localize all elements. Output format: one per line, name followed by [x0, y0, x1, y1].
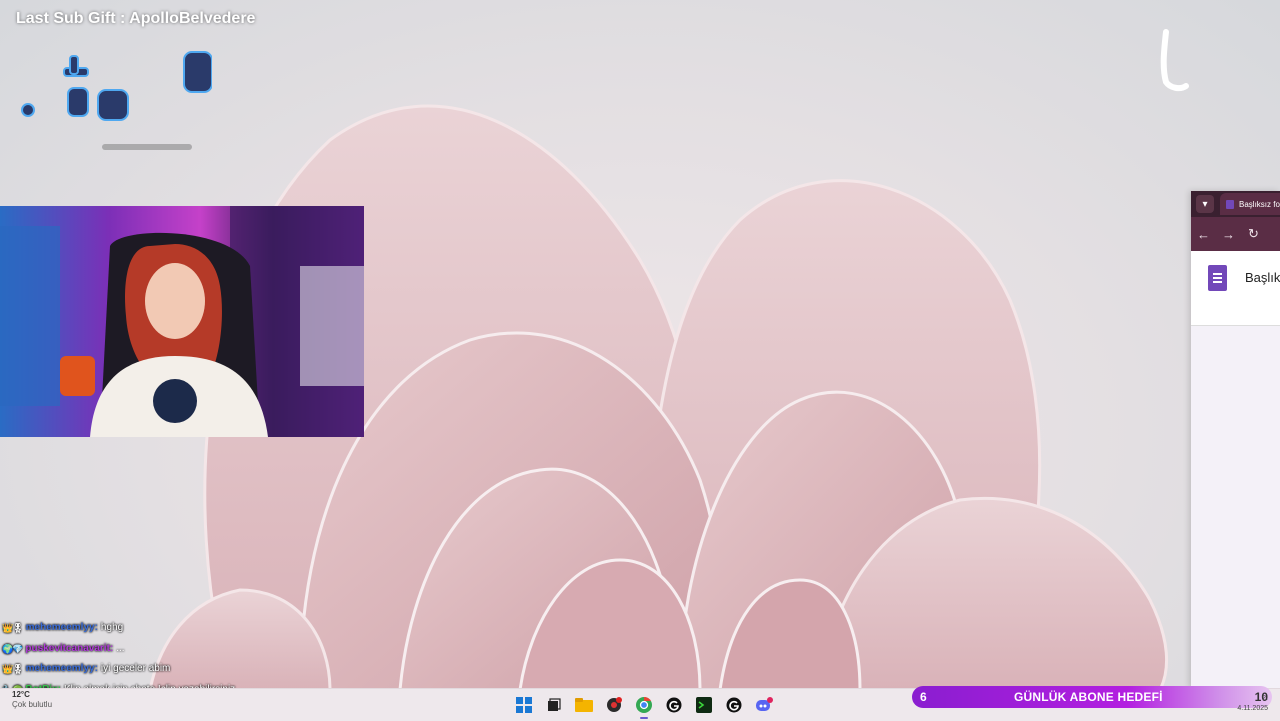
file-explorer-icon[interactable] — [572, 693, 596, 717]
chat-message: 🌍💎 puskevitcanavarit:... — [2, 639, 302, 660]
task-view-icon[interactable] — [542, 693, 566, 717]
taskbar-clock[interactable]: 2: 4.11.2025 — [1232, 694, 1268, 714]
weather-widget[interactable]: 12°C Çok bulutlu — [12, 690, 52, 710]
streamer-logo-icon — [1160, 29, 1189, 92]
last-sub-gift-label: Last Sub Gift : ApolloBelvedere — [16, 10, 256, 27]
g-app-icon[interactable] — [662, 693, 686, 717]
windows-start-icon[interactable] — [512, 693, 536, 717]
browser-tab-title: Başlıksız fo — [1239, 199, 1280, 209]
terminal-app-icon[interactable] — [692, 693, 716, 717]
tab-search-dropdown-icon[interactable]: ▾ — [1196, 195, 1214, 213]
chat-username[interactable]: mehemeemlyy: — [26, 661, 98, 677]
sub-goal-label: GÜNLÜK ABONE HEDEFİ — [1014, 690, 1163, 704]
form-title[interactable]: Başlıks — [1245, 270, 1280, 285]
reload-icon[interactable]: ↻ — [1241, 226, 1266, 242]
chat-message: 👑🎖 mehemeemlyy: hghg — [2, 618, 302, 639]
forms-favicon-icon — [1226, 199, 1234, 209]
clock-date: 4.11.2025 — [1237, 705, 1268, 712]
taskbar-apps — [512, 693, 776, 719]
chat-badges-icon: 👑🎖 — [2, 664, 24, 675]
discord-icon[interactable] — [752, 693, 776, 717]
chat-badges-icon: 👑🎖 — [2, 623, 24, 634]
chat-text: hghg — [100, 622, 124, 634]
browser-window[interactable]: ▾ Başlıksız fo ← → ↻ Başlıks — [1191, 191, 1280, 688]
google-forms-icon[interactable] — [1208, 265, 1227, 291]
app-record-icon[interactable] — [602, 693, 626, 717]
forms-header: Başlıks — [1191, 251, 1280, 326]
chat-text: iyi geceler abim — [100, 663, 171, 675]
chrome-icon[interactable] — [632, 693, 656, 719]
weather-description: Çok bulutlu — [12, 700, 53, 709]
browser-nav-bar: ← → ↻ — [1191, 217, 1280, 251]
g-app-icon-2[interactable] — [722, 693, 746, 717]
overlay-decoration-icon — [21, 51, 212, 150]
webcam-scene — [0, 206, 364, 437]
chat-text: ... — [116, 642, 125, 654]
clock-time: 2: — [1262, 695, 1268, 702]
forward-arrow-icon[interactable]: → — [1216, 227, 1241, 242]
browser-tab[interactable]: Başlıksız fo — [1220, 193, 1280, 215]
chat-username[interactable]: puskevitcanavarit: — [25, 641, 113, 657]
daily-sub-goal-bar: 6 GÜNLÜK ABONE HEDEFİ 10 — [912, 686, 1272, 708]
chat-message: 👑🎖 mehemeemlyy: iyi geceler abim — [2, 659, 302, 680]
chat-username[interactable]: mehemeemlyy: — [26, 620, 98, 636]
chat-badges-icon: 🌍💎 — [2, 643, 23, 654]
browser-tab-bar: ▾ Başlıksız fo — [1191, 191, 1280, 217]
back-arrow-icon[interactable]: ← — [1191, 227, 1216, 242]
sub-goal-current: 6 — [920, 690, 927, 704]
weather-temperature: 12°C — [12, 690, 30, 699]
webcam-feed — [0, 206, 364, 437]
